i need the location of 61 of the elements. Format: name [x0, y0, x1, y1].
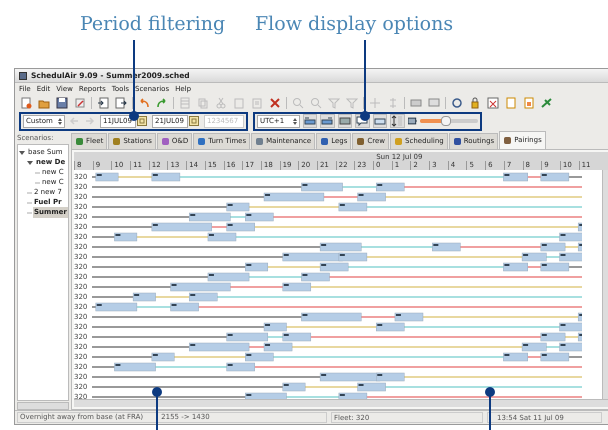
collapse-triangle-icon[interactable]: [27, 160, 33, 166]
tab-icon: [160, 137, 170, 146]
horizontal-scrollbar[interactable]: [17, 402, 69, 410]
expand-vertical-icon: [391, 115, 404, 127]
right-arrow-icon: [84, 116, 95, 126]
table-icon: [487, 97, 499, 109]
undo-icon: [138, 97, 150, 109]
display-toggle-button[interactable]: [320, 114, 335, 128]
vertical-scrollbar[interactable]: [602, 170, 608, 399]
zoom-slider-track[interactable]: [420, 119, 478, 123]
display-toggle-button[interactable]: [372, 114, 388, 128]
pencil-icon: [74, 97, 86, 109]
note-icon: [505, 97, 517, 109]
calendar-button[interactable]: [137, 116, 148, 126]
zoom-out-icon: [310, 97, 322, 109]
zoom-in-icon: [292, 97, 304, 109]
toolbar-button[interactable]: [55, 96, 69, 110]
clipboard-icon: [233, 97, 245, 109]
spinner-icon: [58, 118, 62, 124]
tab-icon: [394, 137, 404, 146]
tab-icon: [452, 137, 462, 146]
grid-icon: [179, 97, 191, 109]
tab-icon: [503, 136, 512, 145]
funnel-icon: [328, 97, 340, 109]
scissors-icon: [215, 97, 227, 109]
tab-icon: [112, 137, 122, 146]
display-toggle-button[interactable]: [338, 114, 352, 128]
spinner-icon: [292, 118, 297, 124]
redo-icon: [156, 97, 168, 109]
collapse-triangle-icon[interactable]: [19, 150, 25, 156]
bar-icon: [304, 115, 316, 127]
import-icon: [97, 97, 109, 109]
tab-icon: [255, 137, 264, 146]
bar-icon: [321, 115, 334, 127]
lock-icon: [469, 97, 481, 109]
toolbar-button[interactable]: [96, 96, 110, 110]
export-icon: [115, 97, 127, 109]
tab-icon: [197, 137, 206, 146]
tab-icon: [320, 137, 330, 146]
funnel-icon: [346, 97, 358, 109]
clipboard-icon: [251, 97, 263, 109]
document-icon: [20, 97, 32, 109]
left-arrow-icon: [69, 116, 80, 126]
calendar-icon: [189, 116, 199, 126]
toolbar-button[interactable]: [114, 96, 128, 110]
tab-icon: [75, 137, 84, 146]
zoom-slider-thumb[interactable]: [441, 116, 452, 126]
toolbar-button[interactable]: [486, 96, 500, 110]
copy-icon: [197, 97, 209, 109]
callout-line: [485, 387, 495, 430]
zoom-scale-icon: [408, 117, 418, 125]
annotation-label: Flow display options: [255, 12, 454, 37]
calendar-icon: [137, 116, 147, 126]
callout-line: [152, 387, 162, 430]
horizontal-scrollbar[interactable]: [74, 399, 608, 407]
note-icon: [523, 97, 535, 109]
display-toggle-button[interactable]: [302, 114, 318, 128]
annotation-label: Period filtering: [80, 12, 226, 37]
tab-icon: [356, 137, 366, 146]
display-toggle-button[interactable]: [390, 114, 405, 128]
window-menu-icon: [19, 72, 27, 80]
